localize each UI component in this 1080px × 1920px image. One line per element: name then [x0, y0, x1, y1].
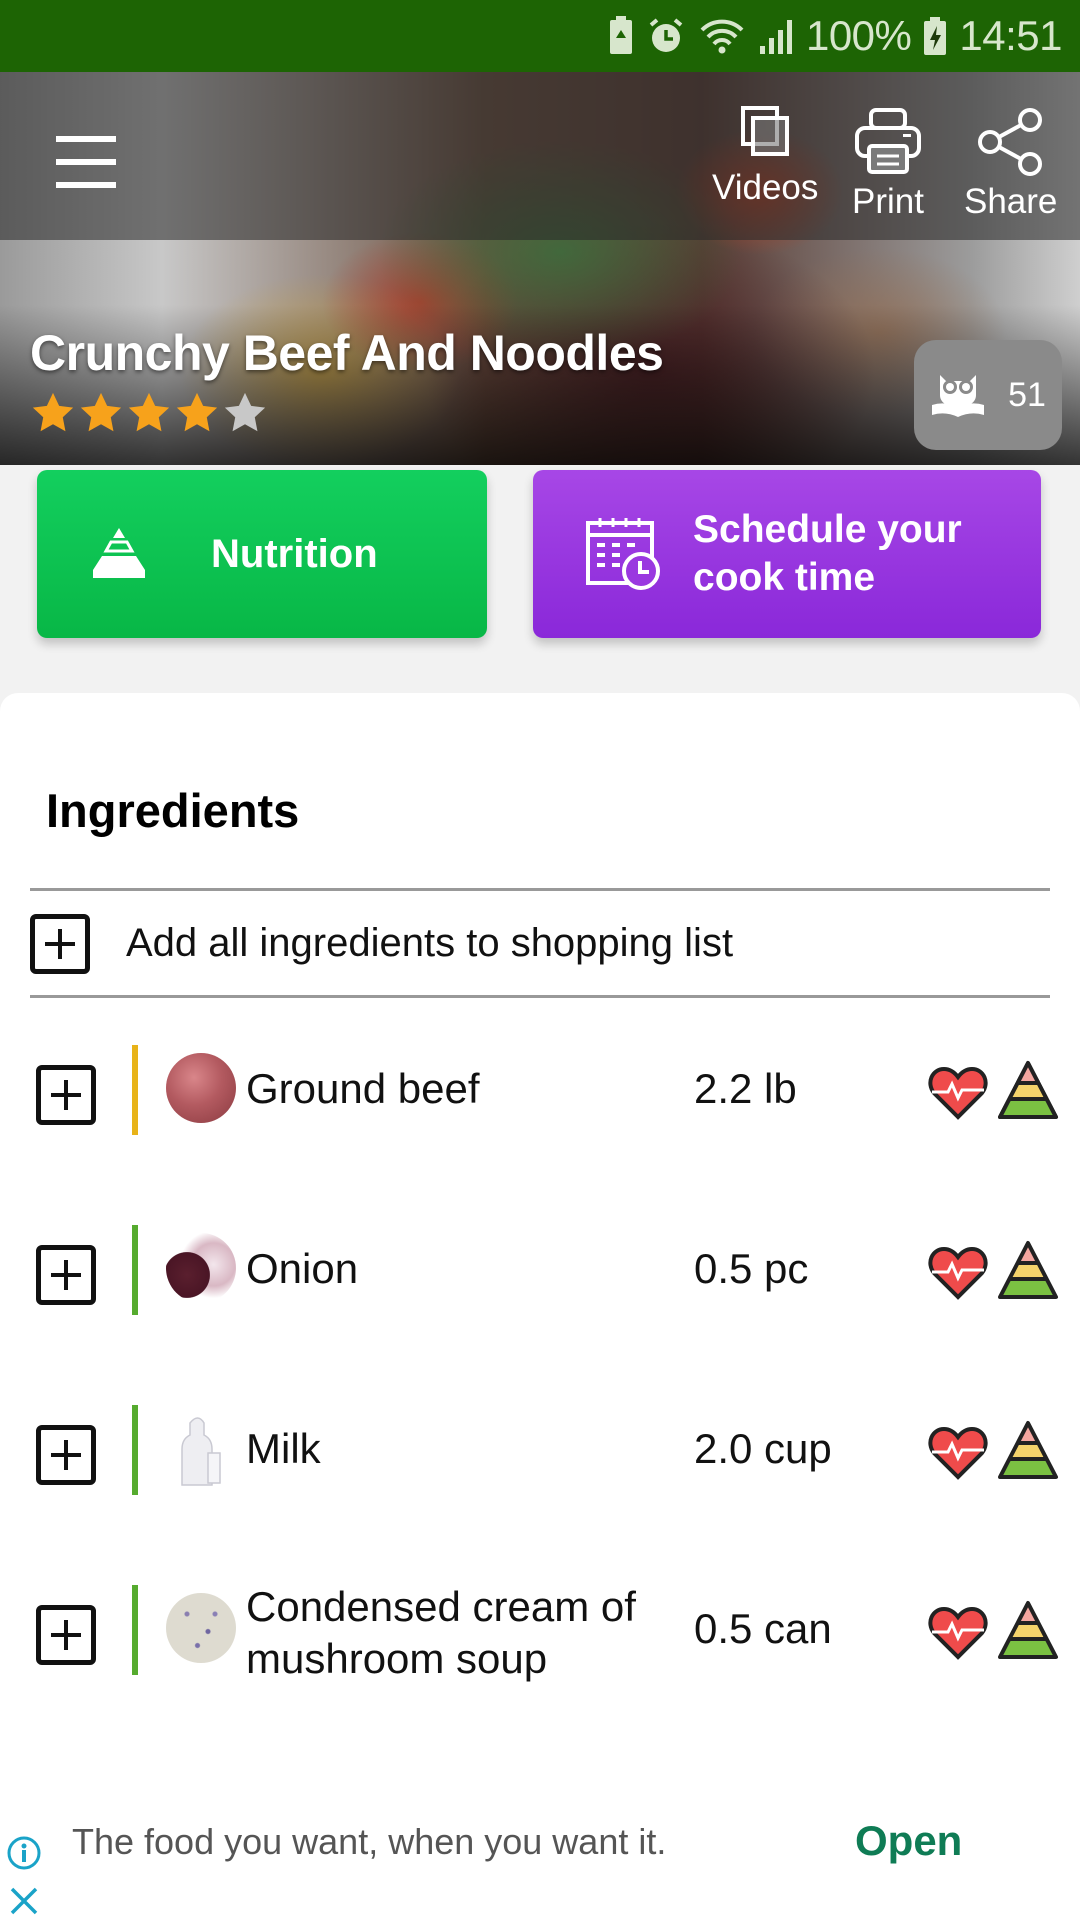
- star-icon-filled: [80, 392, 122, 432]
- ingredient-row: Milk 2.0 cup: [0, 1405, 1080, 1505]
- add-box-icon: [30, 913, 90, 974]
- status-bar: 100% 14:51: [0, 0, 1080, 72]
- milk-thumbnail: [166, 1413, 236, 1486]
- ingredient-row: Ground beef 2.2 lb: [0, 1045, 1080, 1145]
- ingredient-name: Onion: [246, 1245, 359, 1292]
- nutrition-pyramid-icon[interactable]: [996, 1419, 1060, 1481]
- star-icon-filled: [32, 392, 74, 432]
- videos-label: Videos: [712, 168, 819, 207]
- share-label: Share: [964, 182, 1058, 221]
- ingredient-row: Onion 0.5 pc: [0, 1225, 1080, 1325]
- mushroom-soup-thumbnail: [166, 1593, 236, 1663]
- cookbook-badge[interactable]: 51: [914, 340, 1062, 450]
- ad-info-icon[interactable]: [6, 1835, 42, 1871]
- nutrition-pyramid-icon[interactable]: [996, 1239, 1060, 1301]
- recipe-title: Crunchy Beef And Noodles: [30, 325, 664, 381]
- ingredients-card: Ingredients Add all ingredients to shopp…: [0, 693, 1080, 1803]
- ingredient-row: Condensed cream of mushroom soup 0.5 can: [0, 1583, 1080, 1685]
- add-ingredient-button[interactable]: [36, 1065, 96, 1125]
- ingredient-category-bar: [132, 1585, 138, 1675]
- add-all-to-shopping-list-button[interactable]: Add all ingredients to shopping list: [30, 891, 1050, 996]
- ad-close-icon[interactable]: [8, 1885, 40, 1917]
- videos-icon: [741, 106, 790, 156]
- heart-health-icon[interactable]: [928, 1065, 988, 1121]
- ad-open-button[interactable]: Open: [855, 1817, 962, 1865]
- star-icon-empty: [224, 392, 266, 432]
- share-icon: [977, 108, 1042, 176]
- ad-banner[interactable]: The food you want, when you want it. Ope…: [0, 1803, 1080, 1920]
- onion-thumbnail: [166, 1233, 236, 1303]
- ingredient-name: Ground beef: [246, 1065, 480, 1112]
- ingredient-name: Milk: [246, 1425, 321, 1472]
- calendar-clock-icon: [586, 518, 660, 590]
- battery-percent: 100%: [805, 12, 912, 59]
- print-button[interactable]: Print: [852, 106, 924, 222]
- ingredient-category-bar: [132, 1225, 138, 1315]
- add-ingredient-button[interactable]: [36, 1425, 96, 1485]
- print-label: Print: [852, 182, 924, 221]
- add-ingredient-button[interactable]: [36, 1245, 96, 1305]
- ingredient-quantity: 0.5 can: [694, 1605, 832, 1652]
- signal-icon: [758, 16, 794, 56]
- cookbook-count: 51: [1008, 375, 1046, 414]
- food-pyramid-icon: [93, 528, 145, 578]
- rating-stars[interactable]: [30, 390, 268, 436]
- hamburger-menu-icon: [56, 136, 116, 142]
- heart-health-icon[interactable]: [928, 1245, 988, 1301]
- ingredients-heading: Ingredients: [46, 784, 300, 837]
- nutrition-button[interactable]: Nutrition: [37, 470, 487, 638]
- battery-saver-icon: [608, 16, 634, 56]
- heart-health-icon[interactable]: [928, 1425, 988, 1481]
- recipe-hero-image: Videos Print Share Crunchy Beef And Nood…: [0, 72, 1080, 465]
- add-all-label: Add all ingredients to shopping list: [126, 921, 734, 965]
- ground-beef-thumbnail: [166, 1053, 236, 1123]
- share-button[interactable]: Share: [964, 106, 1057, 222]
- ingredient-quantity: 2.0 cup: [694, 1425, 832, 1472]
- ingredient-quantity: 2.2 lb: [694, 1065, 797, 1112]
- battery-charging-icon: [923, 16, 947, 56]
- ingredient-name: Condensed cream of mushroom soup: [246, 1583, 636, 1682]
- divider: [30, 995, 1050, 998]
- nutrition-pyramid-icon[interactable]: [996, 1059, 1060, 1121]
- clock: 14:51: [959, 12, 1062, 59]
- nutrition-label: Nutrition: [211, 531, 378, 576]
- schedule-label: Schedule your cook time: [693, 508, 962, 599]
- nutrition-pyramid-icon[interactable]: [996, 1599, 1060, 1661]
- ad-text: The food you want, when you want it.: [72, 1821, 667, 1862]
- star-icon-filled: [128, 392, 170, 432]
- ingredient-quantity: 0.5 pc: [694, 1245, 809, 1292]
- owl-book-icon: [932, 375, 985, 417]
- ingredient-category-bar: [132, 1045, 138, 1135]
- ingredient-category-bar: [132, 1405, 138, 1495]
- schedule-cook-time-button[interactable]: Schedule your cook time: [533, 470, 1041, 638]
- videos-button[interactable]: Videos: [712, 102, 818, 208]
- add-ingredient-button[interactable]: [36, 1605, 96, 1665]
- wifi-icon: [698, 16, 746, 56]
- menu-button[interactable]: [48, 132, 124, 192]
- printer-icon: [854, 108, 921, 174]
- alarm-icon: [646, 16, 686, 56]
- heart-health-icon[interactable]: [928, 1605, 988, 1661]
- star-icon-filled: [176, 392, 218, 432]
